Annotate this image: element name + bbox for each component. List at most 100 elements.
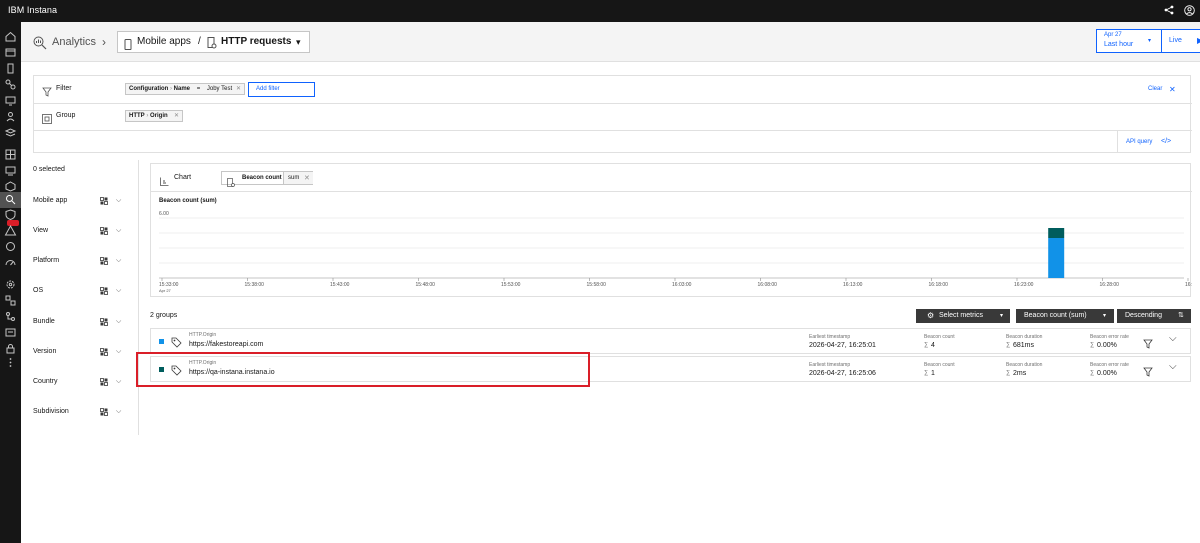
chevron-down-icon[interactable]: ⌵ <box>116 194 121 208</box>
time-range-picker[interactable]: Apr 27 Last hour ▾ <box>1096 29 1162 53</box>
close-icon[interactable]: ✕ <box>1169 85 1176 94</box>
share-icon[interactable] <box>1163 5 1175 17</box>
user-icon[interactable] <box>1183 5 1195 17</box>
gauge-icon[interactable] <box>4 256 17 269</box>
more-icon[interactable] <box>4 356 17 369</box>
error-rate-caption: Beacon error rate <box>1090 334 1129 340</box>
automation-icon[interactable] <box>4 240 17 253</box>
facet-item[interactable]: Platform ⌵ <box>33 254 133 268</box>
settings-icon[interactable] <box>4 278 17 291</box>
x-tick-label: 15:43:00 <box>330 282 350 288</box>
close-icon[interactable]: ✕ <box>174 111 179 121</box>
chevron-down-icon[interactable]: ⌵ <box>116 315 121 329</box>
integrations-icon[interactable] <box>4 294 17 307</box>
sigma-icon: ∑ <box>924 370 929 376</box>
bar-segment[interactable] <box>1048 238 1065 278</box>
facet-label: Bundle <box>33 318 55 325</box>
alert-icon[interactable] <box>4 224 17 237</box>
series-color-swatch <box>159 339 164 344</box>
table-icon[interactable] <box>4 148 17 161</box>
facet-label: OS <box>33 287 44 294</box>
chevron-down-icon[interactable]: ⌵ <box>116 405 121 419</box>
timestamp-caption: Earliest timestamp <box>809 334 851 340</box>
chevron-down-icon[interactable]: ⌵ <box>1169 333 1177 344</box>
error-rate-caption: Beacon error rate <box>1090 362 1129 368</box>
breadcrumb-analytics[interactable]: Analytics <box>52 33 96 51</box>
home-icon[interactable] <box>4 30 17 43</box>
monitor-icon[interactable] <box>4 94 17 107</box>
highlight-box <box>136 352 590 387</box>
tag-config: Configuration <box>129 86 169 92</box>
services-icon[interactable] <box>4 78 17 91</box>
beacon-count-caption: Beacon count <box>924 362 955 368</box>
facet-item[interactable]: Subdivision ⌵ <box>33 405 133 419</box>
layers-icon[interactable] <box>4 126 17 139</box>
analytics-nav-icon[interactable] <box>0 192 21 208</box>
chevron-down-icon[interactable]: ⌵ <box>116 284 121 298</box>
x-tick-label: 16:13:00 <box>843 282 863 288</box>
x-tick-label: 16:08:00 <box>758 282 778 288</box>
group-by-icon[interactable] <box>100 227 108 235</box>
chevron-down-icon[interactable]: ⌵ <box>116 224 121 238</box>
clear-filter-link[interactable]: Clear <box>1148 86 1162 92</box>
lock-icon[interactable] <box>4 342 17 355</box>
facet-label: Version <box>33 348 57 355</box>
facet-item[interactable]: Mobile app ⌵ <box>33 194 133 208</box>
x-tick-label: 15:33:00 <box>159 282 179 288</box>
facet-item[interactable]: View ⌵ <box>33 224 133 238</box>
group-by-icon[interactable] <box>100 348 108 356</box>
breadcrumb-selector[interactable]: Mobile apps / HTTP requests ▾ <box>117 31 310 53</box>
facet-label: Mobile app <box>33 197 68 204</box>
filter-icon[interactable] <box>1143 364 1153 382</box>
facet-item[interactable]: OS ⌵ <box>33 284 133 298</box>
beacon-duration-caption: Beacon duration <box>1006 334 1043 340</box>
filter-icon <box>42 84 52 102</box>
facet-item[interactable]: Country ⌵ <box>33 375 133 389</box>
mobile-apps-icon[interactable] <box>4 62 17 75</box>
chevron-down-icon[interactable]: ⌵ <box>1169 361 1177 372</box>
filter-tag[interactable]: Configuration › Name = Joby Test ✕ <box>125 83 245 95</box>
bar-segment[interactable] <box>1048 228 1065 238</box>
y-axis-max-label: 6.00 <box>159 211 169 217</box>
notes-icon[interactable] <box>4 326 17 339</box>
facet-sidebar: 0 selected Mobile app ⌵ View ⌵ Platform ⌵ OS ⌵ B… <box>21 160 139 435</box>
users-icon[interactable] <box>4 110 17 123</box>
select-metrics-button[interactable]: ⚙ Select metrics ▾ <box>916 309 1010 323</box>
chevron-down-icon[interactable]: ⌵ <box>116 345 121 359</box>
breadcrumb-mobile-apps[interactable]: Mobile apps <box>137 34 191 50</box>
filter-icon[interactable] <box>1143 336 1153 354</box>
x-axis-date-label: Apr 27 <box>159 288 172 293</box>
add-filter-input[interactable]: Add filter <box>248 82 315 97</box>
live-toggle[interactable]: Live ▶ <box>1162 29 1200 53</box>
group-by-icon[interactable] <box>100 318 108 326</box>
sort-order-button[interactable]: Descending ⇅ <box>1117 309 1191 323</box>
facet-item[interactable]: Bundle ⌵ <box>33 315 133 329</box>
sort-icon: ⇅ <box>1178 312 1184 319</box>
chevron-down-icon[interactable]: ⌵ <box>116 375 121 389</box>
breadcrumb-http-requests[interactable]: HTTP requests <box>221 34 291 50</box>
group-by-icon[interactable] <box>100 197 108 205</box>
code-icon[interactable]: </> <box>1161 138 1171 145</box>
group-by-icon[interactable] <box>100 378 108 386</box>
group-row[interactable]: HTTP.Origin https://fakestoreapi.com Earli… <box>150 328 1191 354</box>
tag-value: Joby Test <box>206 86 233 92</box>
time-date: Apr 27 <box>1104 32 1122 38</box>
close-icon[interactable]: ✕ <box>236 84 241 94</box>
websites-icon[interactable] <box>4 46 17 59</box>
chevron-down-icon[interactable]: ⌵ <box>116 254 121 268</box>
infrastructure-icon[interactable] <box>4 164 17 177</box>
facet-item[interactable]: Version ⌵ <box>33 345 133 359</box>
beacon-count-value: 1 <box>931 370 935 377</box>
sort-metric-dropdown[interactable]: Beacon count (sum) ▾ <box>1016 309 1114 323</box>
group-tag[interactable]: HTTP › Origin ✕ <box>125 110 183 122</box>
group-by-icon[interactable] <box>100 287 108 295</box>
pipeline-icon[interactable] <box>4 310 17 323</box>
api-query-link[interactable]: API query <box>1126 139 1152 145</box>
beacon-count-value: 4 <box>931 342 935 349</box>
group-by-icon[interactable] <box>100 408 108 416</box>
sigma-icon: ∑ <box>924 342 929 348</box>
origin-value[interactable]: https://fakestoreapi.com <box>189 341 263 348</box>
group-by-icon[interactable] <box>100 257 108 265</box>
divider <box>1117 131 1118 153</box>
mobile-app-icon <box>124 37 132 55</box>
